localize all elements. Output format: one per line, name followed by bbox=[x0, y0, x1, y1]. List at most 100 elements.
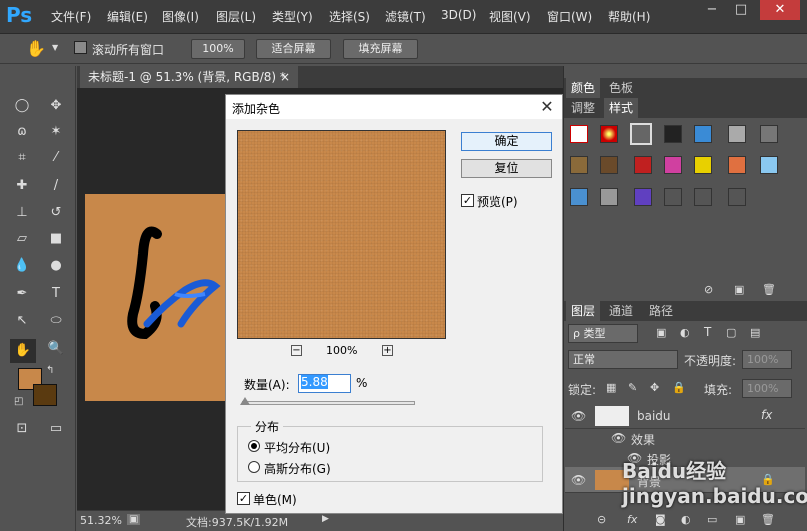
clear-style-icon[interactable]: ⊘ bbox=[704, 283, 713, 296]
eye-icon[interactable]: 👁 bbox=[571, 473, 586, 487]
close-icon[interactable]: ✕ bbox=[536, 97, 558, 117]
lock-all-icon[interactable]: 🔒 bbox=[672, 381, 686, 394]
layer-effects-row[interactable]: 👁 效果 bbox=[565, 429, 805, 449]
lock-pixels-icon[interactable]: ✎ bbox=[628, 381, 637, 394]
style-swatch[interactable] bbox=[760, 125, 778, 143]
fill-screen-button[interactable]: 填充屏幕 bbox=[343, 39, 418, 59]
tab-color[interactable]: 颜色 bbox=[566, 78, 601, 98]
new-style-icon[interactable]: ▣ bbox=[734, 283, 744, 296]
document-tab[interactable]: 未标题-1 @ 51.3% (背景, RGB/8) * × bbox=[80, 66, 298, 88]
opacity-input[interactable]: 100% bbox=[742, 350, 792, 369]
eyedropper-tool-icon[interactable]: ⁄ bbox=[46, 148, 66, 168]
status-zoom[interactable]: 51.32% bbox=[80, 514, 122, 527]
style-swatch[interactable] bbox=[694, 125, 712, 143]
menu-image[interactable]: 图像(I) bbox=[162, 8, 199, 25]
menu-help[interactable]: 帮助(H) bbox=[608, 8, 650, 25]
blend-mode-select[interactable]: 正常 bbox=[568, 350, 678, 369]
dodge-tool-icon[interactable]: ● bbox=[46, 256, 66, 276]
close-window-button[interactable]: ✕ bbox=[760, 0, 800, 20]
amount-input[interactable]: 5.88 bbox=[298, 374, 351, 393]
swap-colors-icon[interactable]: ↰ bbox=[46, 365, 54, 376]
magic-wand-tool-icon[interactable]: ✶ bbox=[46, 122, 66, 142]
menu-select[interactable]: 选择(S) bbox=[329, 8, 370, 25]
healing-brush-tool-icon[interactable]: ✚ bbox=[12, 176, 32, 196]
blur-tool-icon[interactable]: 💧 bbox=[12, 256, 32, 276]
menu-edit[interactable]: 编辑(E) bbox=[107, 8, 148, 25]
brush-tool-icon[interactable]: / bbox=[46, 176, 66, 196]
style-swatch-selected[interactable] bbox=[630, 123, 652, 145]
background-color-swatch[interactable] bbox=[33, 384, 57, 406]
style-swatch[interactable] bbox=[728, 156, 746, 174]
uniform-radio[interactable] bbox=[248, 440, 260, 452]
menu-window[interactable]: 窗口(W) bbox=[547, 8, 592, 25]
dialog-titlebar[interactable]: 添加杂色 ✕ bbox=[226, 95, 562, 119]
maximize-button[interactable]: □ bbox=[727, 0, 755, 20]
path-selection-tool-icon[interactable]: ↖ bbox=[12, 311, 32, 331]
gradient-tool-icon[interactable]: ■ bbox=[46, 229, 66, 249]
close-icon[interactable]: × bbox=[280, 66, 290, 88]
amount-slider-thumb[interactable] bbox=[240, 397, 250, 405]
status-menu-arrow-icon[interactable]: ▶ bbox=[322, 514, 329, 524]
filter-pixel-icon[interactable]: ▣ bbox=[656, 326, 666, 339]
hand-tool-icon[interactable]: ✋ bbox=[26, 39, 46, 58]
lock-transparency-icon[interactable]: ▦ bbox=[606, 381, 616, 394]
style-swatch[interactable] bbox=[600, 125, 618, 143]
filter-smart-icon[interactable]: ▤ bbox=[750, 326, 760, 339]
hand-tool-icon[interactable]: ✋ bbox=[10, 339, 36, 363]
ok-button[interactable]: 确定 bbox=[461, 132, 552, 151]
style-swatch[interactable] bbox=[570, 156, 588, 174]
tab-adjustments[interactable]: 调整 bbox=[566, 98, 600, 118]
filter-type-icon[interactable]: T bbox=[704, 325, 711, 339]
tab-styles[interactable]: 样式 bbox=[604, 98, 639, 118]
lock-position-icon[interactable]: ✥ bbox=[650, 381, 659, 394]
history-brush-tool-icon[interactable]: ↺ bbox=[46, 203, 66, 223]
document-canvas[interactable] bbox=[85, 194, 235, 401]
menu-layer[interactable]: 图层(L) bbox=[216, 8, 256, 25]
style-swatch[interactable] bbox=[634, 156, 652, 174]
link-layers-icon[interactable]: ⊝ bbox=[597, 513, 606, 526]
style-swatch[interactable] bbox=[600, 156, 618, 174]
menu-file[interactable]: 文件(F) bbox=[51, 8, 91, 25]
tab-channels[interactable]: 通道 bbox=[604, 301, 638, 321]
style-swatch[interactable] bbox=[634, 188, 652, 206]
menu-filter[interactable]: 滤镜(T) bbox=[385, 8, 426, 25]
eye-icon[interactable]: 👁 bbox=[611, 431, 626, 445]
tab-paths[interactable]: 路径 bbox=[644, 301, 678, 321]
style-swatch-none[interactable] bbox=[570, 125, 588, 143]
style-swatch[interactable] bbox=[694, 156, 712, 174]
style-swatch[interactable] bbox=[570, 188, 588, 206]
menu-type[interactable]: 类型(Y) bbox=[272, 8, 313, 25]
layer-filter-select[interactable]: ρ 类型 bbox=[568, 324, 638, 343]
shape-tool-icon[interactable]: ⬭ bbox=[46, 311, 66, 331]
zoom-tool-icon[interactable]: 🔍 bbox=[46, 339, 66, 359]
style-swatch[interactable] bbox=[664, 156, 682, 174]
fill-input[interactable]: 100% bbox=[742, 379, 792, 398]
layer-row[interactable]: 👁 baidu fx bbox=[565, 403, 805, 429]
clone-stamp-tool-icon[interactable]: ⊥ bbox=[12, 203, 32, 223]
type-tool-icon[interactable]: T bbox=[46, 284, 66, 304]
gaussian-radio[interactable] bbox=[248, 461, 260, 473]
style-swatch[interactable] bbox=[664, 125, 682, 143]
default-colors-icon[interactable]: ◰ bbox=[14, 396, 23, 407]
pen-tool-icon[interactable]: ✒ bbox=[12, 284, 32, 304]
fit-screen-button[interactable]: 适合屏幕 bbox=[256, 39, 331, 59]
move-tool-icon[interactable]: ✥ bbox=[46, 96, 66, 116]
screen-mode-icon[interactable]: ▭ bbox=[46, 419, 66, 439]
style-swatch[interactable] bbox=[760, 156, 778, 174]
minimize-button[interactable]: − bbox=[698, 0, 726, 20]
fx-icon[interactable]: fx bbox=[761, 408, 772, 422]
preview-checkbox[interactable]: ✓ bbox=[461, 194, 474, 207]
style-swatch[interactable] bbox=[728, 125, 746, 143]
eraser-tool-icon[interactable]: ▱ bbox=[12, 229, 32, 249]
filter-shape-icon[interactable]: ▢ bbox=[726, 326, 736, 339]
reset-button[interactable]: 复位 bbox=[461, 159, 552, 178]
menu-view[interactable]: 视图(V) bbox=[489, 8, 531, 25]
monochromatic-checkbox[interactable]: ✓ bbox=[237, 492, 250, 505]
filter-preview[interactable] bbox=[237, 130, 446, 339]
style-swatch[interactable] bbox=[664, 188, 682, 206]
eye-icon[interactable]: 👁 bbox=[571, 409, 586, 423]
lasso-tool-icon[interactable]: ɷ bbox=[12, 122, 32, 142]
zoom-100-button[interactable]: 100% bbox=[191, 39, 245, 59]
tab-layers[interactable]: 图层 bbox=[566, 301, 601, 321]
style-swatch[interactable] bbox=[600, 188, 618, 206]
